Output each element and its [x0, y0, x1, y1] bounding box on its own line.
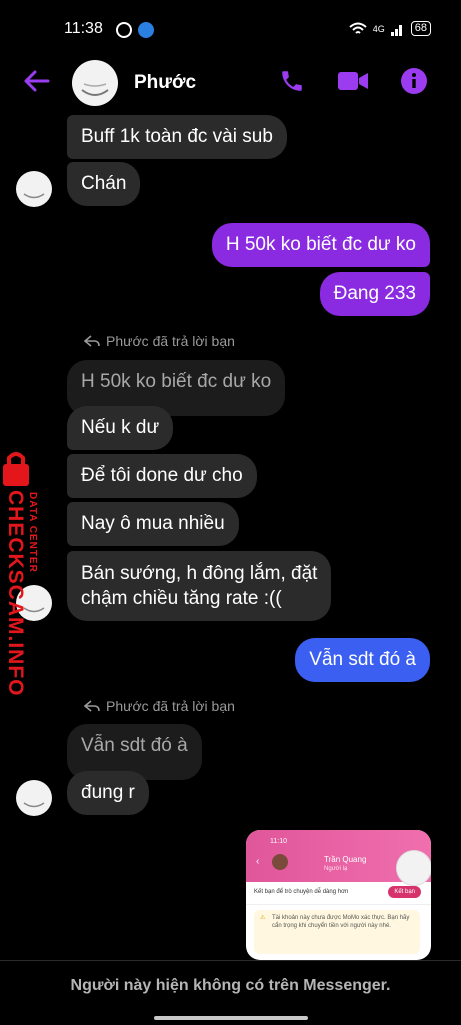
warning-icon: ⚠: [260, 915, 266, 921]
outgoing-message[interactable]: Đang 233: [319, 272, 430, 316]
shared-back-icon: ‹: [256, 856, 260, 867]
status-time: 11:38: [64, 20, 103, 37]
contact-avatar-small[interactable]: [16, 171, 52, 207]
outgoing-message[interactable]: Vẫn sdt đó à: [295, 638, 430, 682]
avatar-face-icon: [23, 802, 45, 808]
avatar-face-icon: [23, 193, 45, 199]
shared-add-friend-bar: Kết bạn để trò chuyện dễ dàng hơn Kết bạ…: [246, 882, 431, 905]
incoming-message[interactable]: Chán: [67, 162, 141, 206]
message-line: Bán sướng, h đông lắm, đặt: [81, 563, 318, 584]
incoming-message[interactable]: Nay ô mua nhiều: [67, 502, 239, 546]
voice-call-button[interactable]: [277, 66, 307, 96]
shared-contact-name: Trần Quang: [324, 855, 367, 864]
info-button[interactable]: [399, 66, 429, 96]
shared-add-button: Kết bạn: [388, 886, 421, 898]
avatar-face-icon: [81, 83, 109, 96]
incoming-message[interactable]: đung r: [67, 771, 149, 815]
shared-image-time: 11:10: [270, 838, 287, 845]
watermark-sub: DATA CENTER: [27, 492, 38, 573]
status-right: 4G 68: [349, 21, 431, 36]
contact-name[interactable]: Phước: [134, 72, 196, 94]
info-icon: [401, 68, 427, 94]
contact-avatar[interactable]: [72, 60, 118, 106]
video-camera-icon: [338, 72, 368, 90]
reply-label: Phước đã trả lời bạn: [106, 333, 235, 349]
shared-avatar-overlay: [396, 850, 431, 886]
messenger-icon: [116, 22, 132, 38]
incoming-message[interactable]: Bán sướng, h đông lắm, đặt chậm chiều tă…: [67, 551, 332, 621]
app-notification-icon: [138, 22, 154, 38]
incoming-message[interactable]: Để tôi done dư cho: [67, 454, 257, 498]
network-label: 4G: [372, 23, 385, 34]
contact-avatar-small[interactable]: [16, 780, 52, 816]
status-bar: 11:38 4G 68: [0, 0, 461, 60]
home-indicator[interactable]: [154, 1016, 308, 1020]
phone-icon: [282, 71, 302, 91]
signal-icon: [390, 24, 402, 36]
reply-label: Phước đã trả lời bạn: [106, 698, 235, 714]
reply-arrow-icon: [84, 700, 100, 712]
video-call-button[interactable]: [338, 66, 368, 96]
back-button[interactable]: [22, 66, 52, 96]
back-arrow-icon: [24, 70, 50, 92]
battery-indicator: 68: [410, 21, 431, 36]
shared-image[interactable]: 11:10 ‹ Trần Quang Người lạ Kết bạn để t…: [246, 830, 431, 960]
reply-arrow-icon: [84, 335, 100, 347]
watermark: CHECKSCAM.INFO DATA CENTER: [0, 450, 44, 697]
shared-warning-text: Tài khoản này chưa được MoMo xác thực. B…: [272, 915, 410, 929]
shared-prompt: Kết bạn để trò chuyện dễ dàng hơn: [254, 889, 349, 895]
shared-avatar: [272, 854, 288, 870]
shared-contact-sub: Người lạ: [324, 866, 348, 872]
reply-indicator: Phước đã trả lời bạn: [84, 698, 235, 714]
lock-icon: [3, 464, 29, 486]
wifi-icon: [349, 22, 367, 34]
incoming-message[interactable]: Nếu k dư: [67, 406, 174, 450]
unavailable-notice: Người này hiện không có trên Messenger.: [70, 977, 391, 994]
outgoing-message[interactable]: H 50k ko biết đc dư ko: [211, 223, 430, 267]
message-line: chậm chiều tăng rate :((: [81, 588, 282, 609]
shared-warning-box: ⚠ Tài khoản này chưa được MoMo xác thực.…: [254, 910, 420, 954]
incoming-message[interactable]: Buff 1k toàn đc vài sub: [67, 115, 287, 159]
watermark-brand: CHECKSCAM.INFO: [4, 490, 27, 697]
reply-indicator: Phước đã trả lời bạn: [84, 333, 235, 349]
